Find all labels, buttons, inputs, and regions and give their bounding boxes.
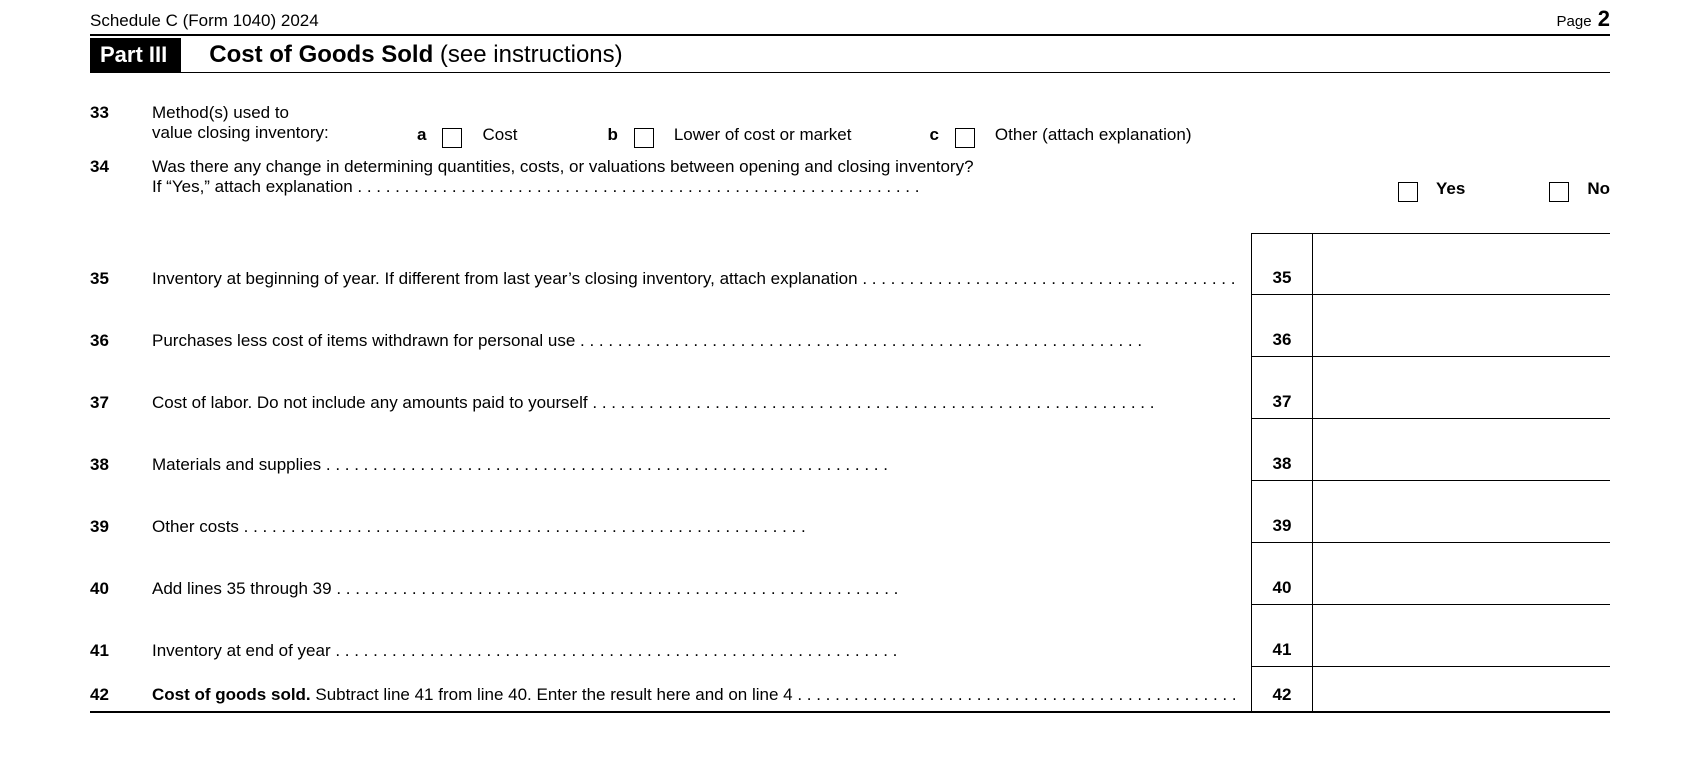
page-indicator: Page 2 — [1557, 6, 1610, 32]
line-41-num: 41 — [90, 605, 152, 667]
line-42-amount — [1313, 666, 1610, 711]
line-34: 34 Was there any change in determining q… — [90, 157, 1610, 199]
line-33-desc: Method(s) used to value closing inventor… — [152, 103, 417, 143]
line-41-amount — [1313, 605, 1610, 667]
part-badge: Part III — [90, 38, 181, 72]
option-b-text: Lower of cost or market — [674, 125, 852, 145]
line-42-input[interactable] — [1319, 683, 1604, 705]
line-35-num: 35 — [90, 233, 152, 295]
line-39: 39 Other costs 39 — [90, 481, 1610, 543]
line-39-box: 39 — [1251, 481, 1313, 543]
checkbox-lower[interactable] — [634, 128, 654, 148]
option-a-label: a — [417, 125, 426, 145]
option-c-label: c — [929, 125, 938, 145]
line-37-num: 37 — [90, 357, 152, 419]
line-36-input[interactable] — [1319, 328, 1604, 350]
line-39-input[interactable] — [1319, 514, 1604, 536]
line-34-num: 34 — [90, 157, 152, 199]
line-33-num: 33 — [90, 103, 152, 123]
line-35-input[interactable] — [1319, 266, 1604, 288]
line-40-input[interactable] — [1319, 576, 1604, 598]
line-36-desc: Purchases less cost of items withdrawn f… — [152, 295, 1251, 357]
line-37-box: 37 — [1251, 357, 1313, 419]
line-40-box: 40 — [1251, 542, 1313, 605]
checkbox-no[interactable] — [1549, 182, 1569, 202]
checkbox-cost[interactable] — [442, 128, 462, 148]
checkbox-yes[interactable] — [1398, 182, 1418, 202]
line-42-desc: Cost of goods sold. Subtract line 41 fro… — [152, 667, 1251, 711]
part-title: Cost of Goods Sold (see instructions) — [209, 41, 622, 69]
line-39-desc: Other costs — [152, 481, 1251, 543]
line-41-desc: Inventory at end of year — [152, 605, 1251, 667]
line-42-box: 42 — [1251, 666, 1313, 711]
line-36-amount — [1313, 295, 1610, 357]
line-38-input[interactable] — [1319, 452, 1604, 474]
line-39-amount — [1313, 481, 1610, 543]
line-40-desc: Add lines 35 through 39 — [152, 543, 1251, 605]
line-37-desc: Cost of labor. Do not include any amount… — [152, 357, 1251, 419]
line-37-amount — [1313, 357, 1610, 419]
line-34-text: Was there any change in determining quan… — [152, 157, 1398, 199]
line-35-desc: Inventory at beginning of year. If diffe… — [152, 233, 1251, 295]
part-header: Part III Cost of Goods Sold (see instruc… — [90, 38, 1610, 73]
line-36-box: 36 — [1251, 295, 1313, 357]
line-33-options: a Cost b Lower of cost or market c Other… — [417, 103, 1191, 145]
line-40-num: 40 — [90, 543, 152, 605]
line-35: 35 Inventory at beginning of year. If di… — [90, 233, 1610, 295]
line-33: 33 Method(s) used to value closing inven… — [90, 103, 1610, 145]
line-41-input[interactable] — [1319, 638, 1604, 660]
line-37-input[interactable] — [1319, 390, 1604, 412]
line-41-box: 41 — [1251, 605, 1313, 667]
no-label: No — [1587, 179, 1610, 199]
line-34-yesno: Yes No — [1398, 157, 1610, 199]
line-39-num: 39 — [90, 481, 152, 543]
section-body: 33 Method(s) used to value closing inven… — [90, 103, 1610, 713]
option-a-text: Cost — [482, 125, 517, 145]
line-40-amount — [1313, 542, 1610, 605]
option-c-text: Other (attach explanation) — [995, 125, 1192, 145]
line-40: 40 Add lines 35 through 39 40 — [90, 543, 1610, 605]
yes-label: Yes — [1436, 179, 1465, 199]
line-35-amount — [1313, 233, 1610, 295]
line-36-num: 36 — [90, 295, 152, 357]
line-38: 38 Materials and supplies 38 — [90, 419, 1610, 481]
top-bar: Schedule C (Form 1040) 2024 Page 2 — [90, 0, 1610, 36]
line-38-box: 38 — [1251, 419, 1313, 481]
line-42: 42 Cost of goods sold. Subtract line 41 … — [90, 667, 1610, 711]
checkbox-other[interactable] — [955, 128, 975, 148]
line-38-desc: Materials and supplies — [152, 419, 1251, 481]
form-title: Schedule C (Form 1040) 2024 — [90, 11, 319, 31]
page: Schedule C (Form 1040) 2024 Page 2 Part … — [0, 0, 1700, 713]
line-37: 37 Cost of labor. Do not include any amo… — [90, 357, 1610, 419]
line-35-box: 35 — [1251, 233, 1313, 295]
line-42-num: 42 — [90, 667, 152, 711]
line-38-amount — [1313, 419, 1610, 481]
line-38-num: 38 — [90, 419, 152, 481]
line-41: 41 Inventory at end of year 41 — [90, 605, 1610, 667]
option-b-label: b — [607, 125, 617, 145]
cogs-table: 35 Inventory at beginning of year. If di… — [90, 233, 1610, 713]
line-36: 36 Purchases less cost of items withdraw… — [90, 295, 1610, 357]
